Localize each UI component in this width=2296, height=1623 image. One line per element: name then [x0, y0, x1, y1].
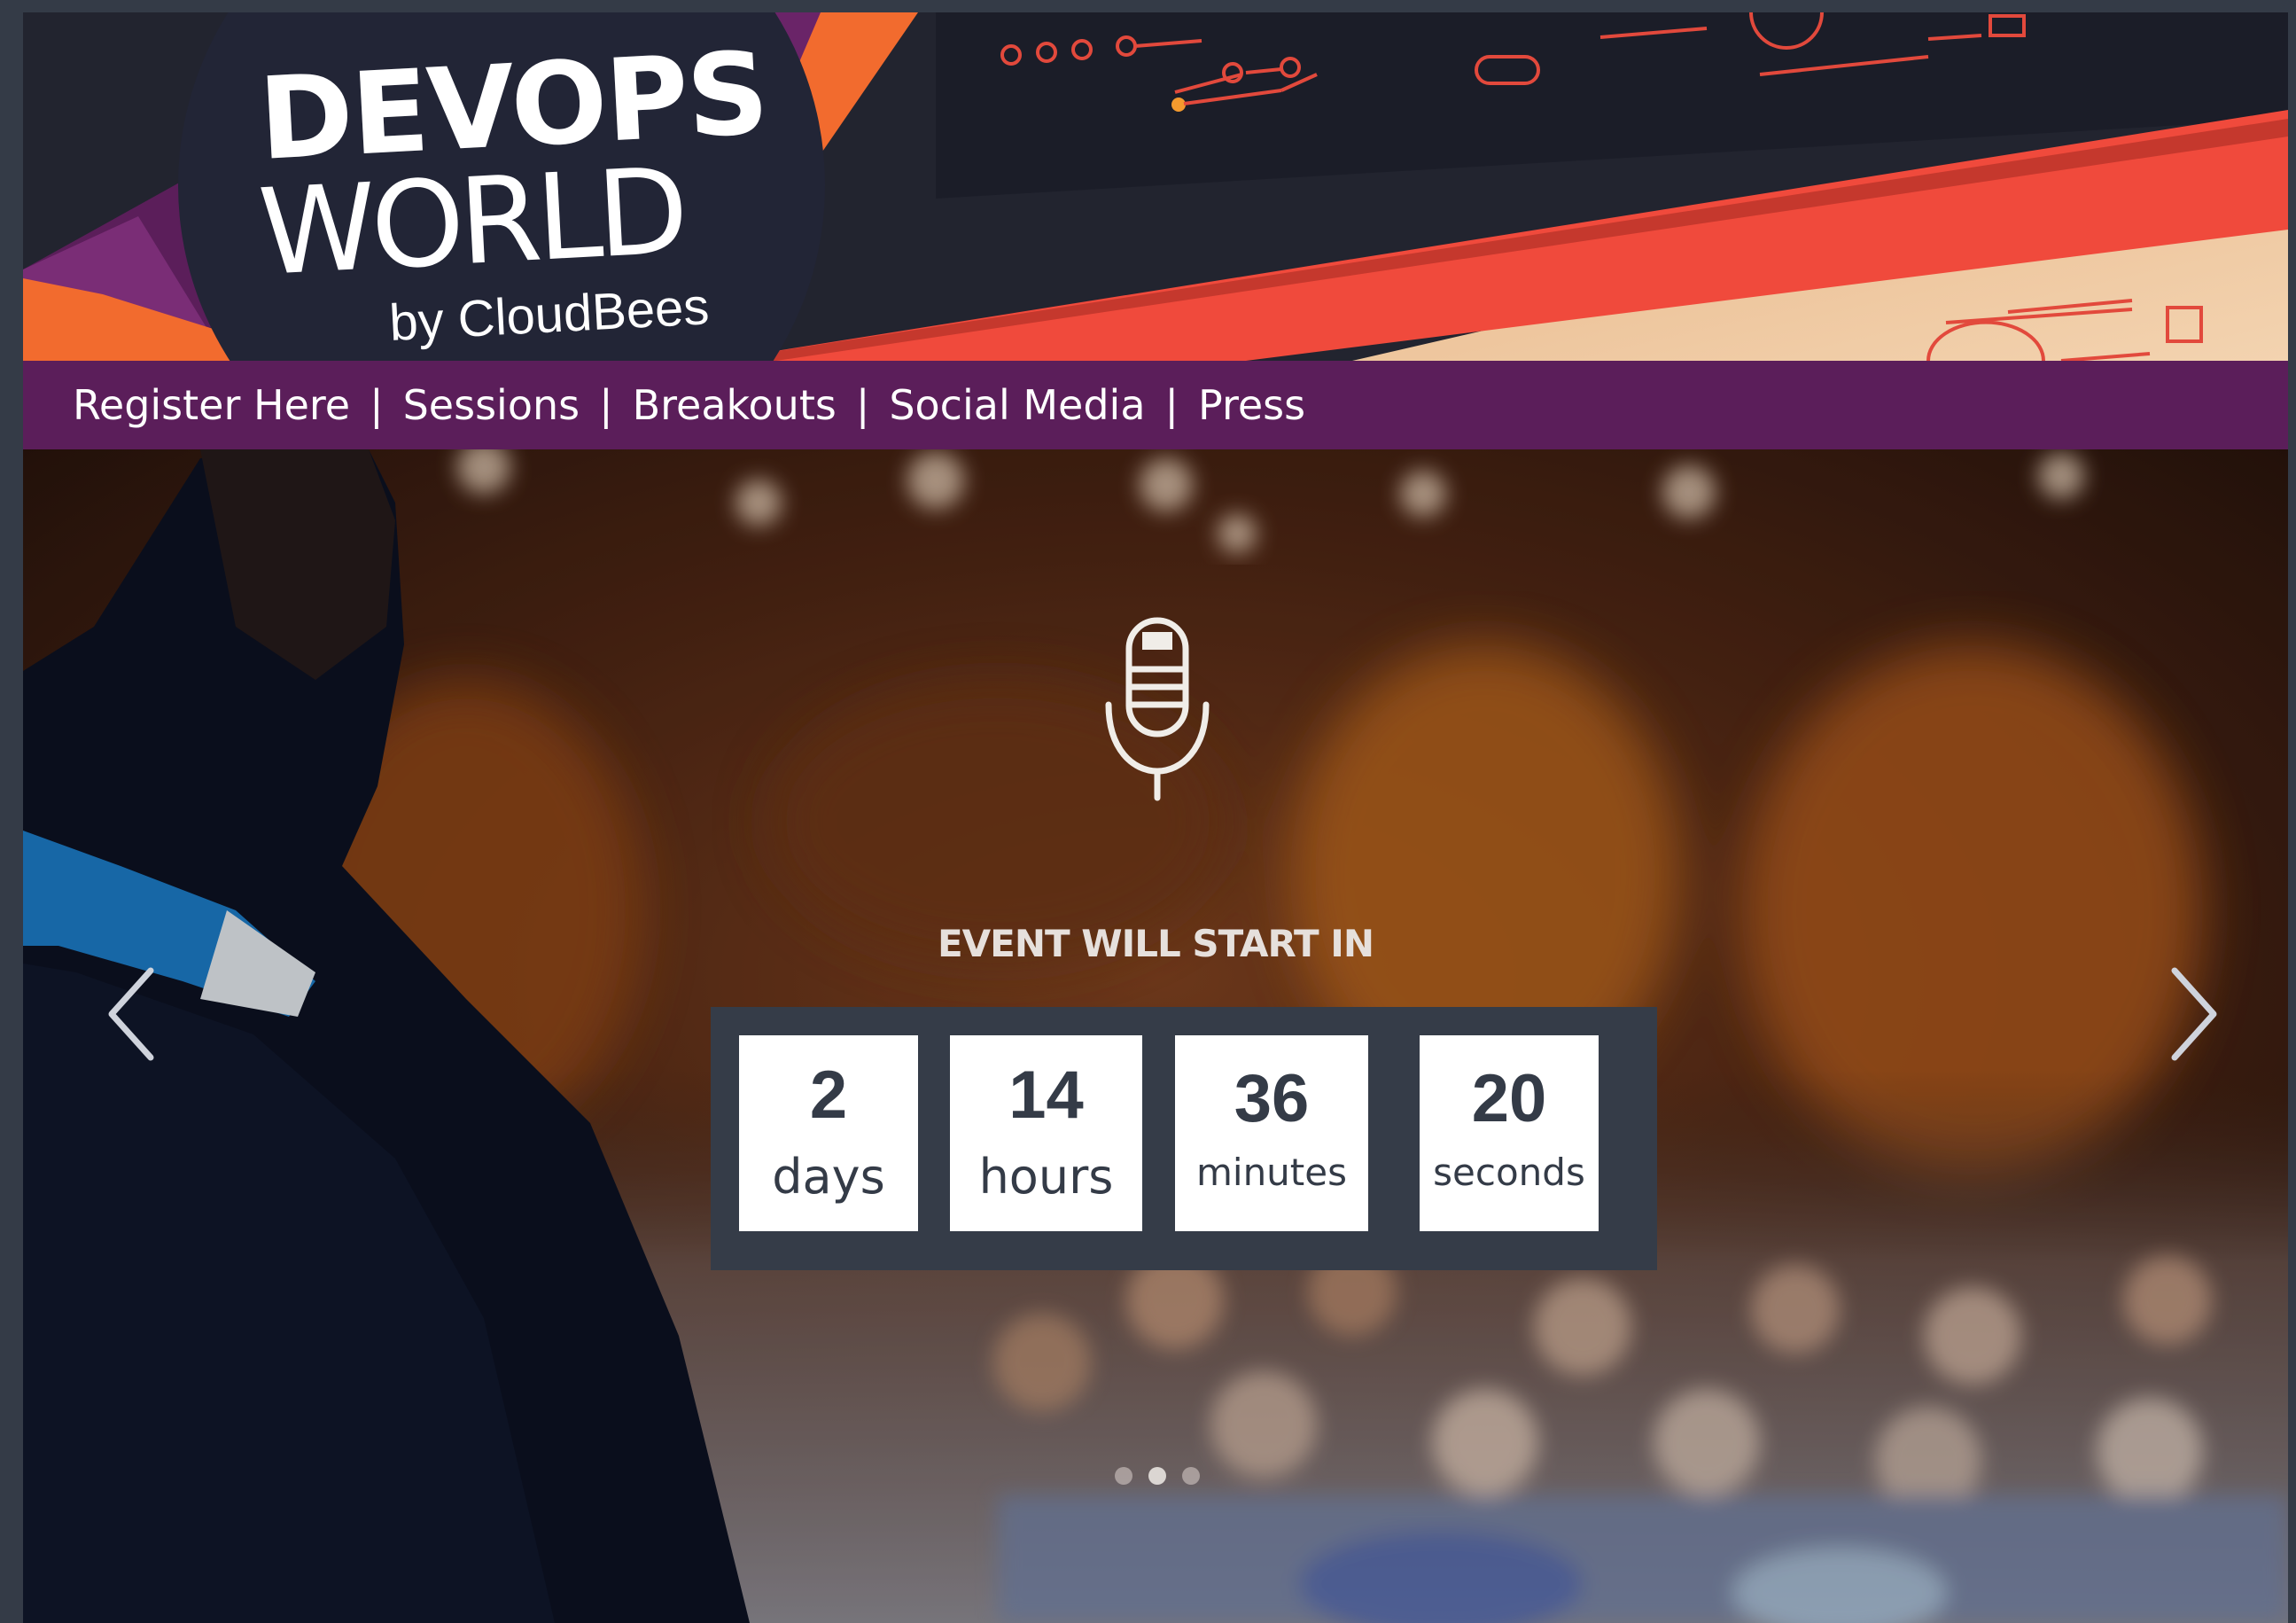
nav-sessions[interactable]: Sessions — [403, 381, 580, 429]
countdown-timer: 2 days 14 hours 36 minutes 20 seconds — [711, 1007, 1657, 1270]
nav-separator: | — [370, 381, 384, 429]
page-frame: DEVOPS WORLD by CloudBees Register Here … — [23, 12, 2288, 1623]
devops-world-logo[interactable]: DEVOPS WORLD by CloudBees — [255, 27, 770, 352]
countdown-seconds: 20 seconds — [1420, 1035, 1599, 1231]
countdown-seconds-label: seconds — [1433, 1151, 1585, 1194]
header-banner: DEVOPS WORLD by CloudBees — [23, 12, 2288, 361]
nav-separator: | — [599, 381, 613, 429]
event-start-heading: EVENT WILL START IN — [937, 922, 1374, 965]
microphone-icon — [1105, 617, 1210, 801]
countdown-days-label: days — [772, 1149, 885, 1205]
countdown-days: 2 days — [739, 1035, 918, 1231]
countdown-days-value: 2 — [809, 1057, 848, 1133]
slide-dot-2[interactable] — [1148, 1467, 1166, 1485]
nav-separator: | — [1164, 381, 1179, 429]
slide-dot-1[interactable] — [1115, 1467, 1132, 1485]
logo-world: WORLD — [255, 142, 687, 302]
countdown-minutes-label: minutes — [1195, 1151, 1347, 1194]
slide-indicators — [1115, 1467, 1200, 1485]
countdown-minutes-value: 36 — [1234, 1061, 1310, 1136]
nav-social-media[interactable]: Social Media — [889, 381, 1145, 429]
slide-dot-3[interactable] — [1182, 1467, 1200, 1485]
logo-byline: by CloudBees — [387, 277, 711, 352]
nav-press[interactable]: Press — [1198, 381, 1305, 429]
countdown-hours-label: hours — [978, 1149, 1114, 1205]
main-nav: Register Here | Sessions | Breakouts | S… — [23, 361, 2288, 449]
countdown-minutes: 36 minutes — [1175, 1035, 1368, 1231]
nav-register-here[interactable]: Register Here — [73, 381, 350, 429]
countdown-hours: 14 hours — [950, 1035, 1142, 1231]
countdown-hours-value: 14 — [1008, 1057, 1084, 1133]
nav-breakouts[interactable]: Breakouts — [633, 381, 837, 429]
nav-separator: | — [855, 381, 870, 429]
countdown-seconds-value: 20 — [1471, 1061, 1547, 1136]
chevron-right-icon[interactable] — [2168, 965, 2221, 1063]
chevron-left-icon[interactable] — [105, 965, 158, 1063]
